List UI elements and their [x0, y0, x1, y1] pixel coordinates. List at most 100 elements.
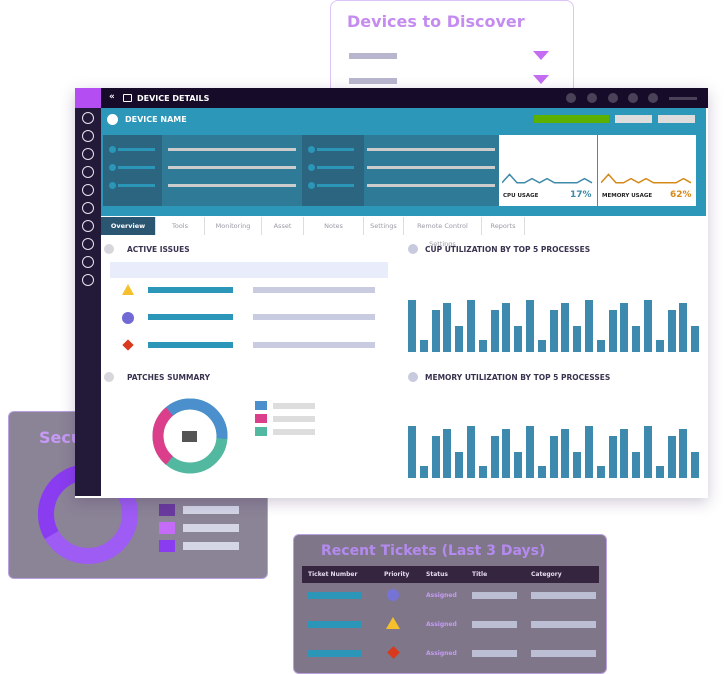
tab-monitoring[interactable]: Monitoring	[205, 217, 262, 235]
header-action-icon[interactable]	[587, 93, 597, 103]
sidebar-item-icon[interactable]	[82, 238, 94, 250]
section-icon	[104, 244, 114, 254]
priority-diamond-icon	[387, 646, 400, 659]
status: Assigned	[426, 621, 457, 628]
action-button[interactable]	[615, 115, 652, 123]
tab-bar: Overview Tools Monitoring Asset Notes Se…	[101, 217, 706, 248]
collapse-double-chevron-icon[interactable]: «	[109, 92, 115, 102]
info-value-placeholder	[168, 166, 296, 169]
tab-notes[interactable]: Notes	[304, 217, 364, 235]
device-name: DEVICE NAME	[125, 115, 187, 124]
info-bullet-icon	[308, 182, 315, 189]
cpu-sparkline	[502, 173, 593, 184]
issue-description	[253, 287, 375, 293]
bar	[419, 340, 428, 352]
issue-link[interactable]	[148, 342, 233, 348]
tab-settings[interactable]: Settings	[364, 217, 404, 235]
issue-description	[253, 314, 375, 320]
issue-description	[253, 342, 375, 348]
memory-sparkline	[601, 173, 692, 184]
bar	[596, 466, 605, 478]
sidebar-item-icon[interactable]	[82, 112, 94, 124]
bar	[608, 310, 617, 352]
sidebar-item-icon[interactable]	[82, 148, 94, 160]
bar	[632, 451, 641, 478]
header-action-icon[interactable]	[648, 93, 658, 103]
dropdown-arrow-icon[interactable]	[533, 51, 549, 60]
legend-swatch	[255, 414, 267, 423]
header-action-icon[interactable]	[608, 93, 618, 103]
user-menu[interactable]	[669, 97, 697, 100]
info-label-placeholder	[118, 184, 155, 187]
legend-label-placeholder	[273, 416, 315, 422]
table-row[interactable]: Assigned	[302, 645, 599, 661]
bar	[561, 302, 570, 352]
bar	[537, 466, 546, 478]
table-row[interactable]: Assigned	[302, 587, 599, 603]
device-row-placeholder	[349, 78, 397, 84]
tab-overview[interactable]: Overview	[101, 217, 156, 235]
issue-link[interactable]	[148, 314, 233, 320]
memory-utilization-bar-chart	[408, 424, 703, 478]
sidebar-item-icon[interactable]	[82, 220, 94, 232]
column-header: Status	[426, 571, 448, 578]
column-header: Ticket Number	[308, 571, 358, 578]
sidebar-item-icon[interactable]	[82, 274, 94, 286]
device-info-panel	[103, 135, 499, 206]
legend-label-placeholder	[183, 524, 239, 532]
bar	[691, 325, 700, 352]
info-value-placeholder	[168, 184, 296, 187]
legend-swatch	[159, 540, 175, 552]
dropdown-arrow-icon[interactable]	[533, 75, 549, 84]
info-label-placeholder	[317, 148, 354, 151]
section-icon	[104, 372, 114, 382]
sidebar-item-icon[interactable]	[82, 184, 94, 196]
bar	[431, 436, 440, 478]
cpu-usage-value: 17%	[570, 190, 592, 200]
card-title: Devices to Discover	[347, 12, 525, 31]
memory-usage-label: MEMORY USAGE	[602, 193, 653, 199]
bar	[667, 436, 676, 478]
issue-link[interactable]	[148, 287, 233, 293]
memory-usage-value: 62%	[670, 190, 692, 200]
cpu-top-processes-heading: CUP UTILIZATION BY TOP 5 PROCESSES	[425, 245, 591, 254]
bar	[691, 451, 700, 478]
bar	[573, 451, 582, 478]
info-value-placeholder	[168, 148, 296, 151]
header-action-icon[interactable]	[628, 93, 638, 103]
bar	[455, 325, 464, 352]
bar	[467, 300, 475, 352]
bar	[419, 466, 428, 478]
legend-label-placeholder	[183, 506, 239, 514]
issues-table-header	[110, 262, 388, 278]
tab-reports[interactable]: Reports	[482, 217, 525, 235]
sidebar-item-icon[interactable]	[82, 166, 94, 178]
bar	[585, 300, 593, 352]
sidebar-item-icon[interactable]	[82, 130, 94, 142]
info-bullet-icon	[308, 146, 315, 153]
devices-icon	[123, 94, 132, 102]
table-row[interactable]: Assigned	[302, 616, 599, 632]
header-action-icon[interactable]	[566, 93, 576, 103]
bar	[549, 436, 558, 478]
legend-swatch	[159, 522, 175, 534]
card-title: Recent Tickets (Last 3 Days)	[321, 543, 546, 559]
bar	[526, 300, 534, 352]
sidebar-item-icon[interactable]	[82, 256, 94, 268]
bar	[408, 300, 416, 352]
info-bullet-icon	[109, 182, 116, 189]
patches-donut-chart	[152, 398, 228, 474]
priority-triangle-icon	[386, 617, 400, 629]
info-bullet-icon	[109, 146, 116, 153]
tab-remote-control-settings[interactable]: Remote Control Settings	[404, 217, 482, 248]
tab-asset[interactable]: Asset	[262, 217, 304, 235]
sidebar-item-icon[interactable]	[82, 202, 94, 214]
tab-tools[interactable]: Tools	[156, 217, 205, 235]
action-button[interactable]	[658, 115, 695, 123]
bar	[443, 302, 452, 352]
bar	[644, 426, 652, 478]
legend-swatch	[255, 401, 267, 410]
status: Assigned	[426, 592, 457, 599]
legend-swatch	[255, 427, 267, 436]
bar	[549, 310, 558, 352]
